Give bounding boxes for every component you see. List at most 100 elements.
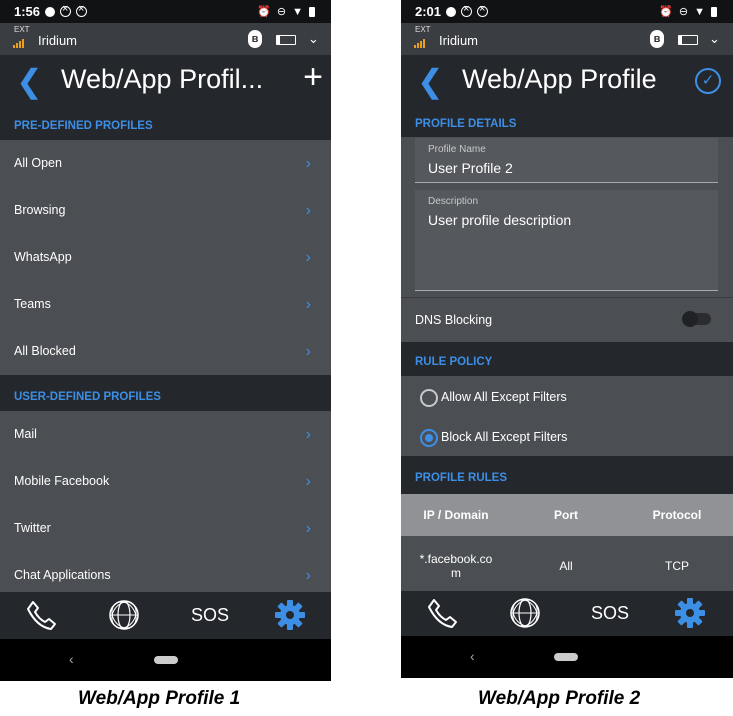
list-item[interactable]: Browsing ›: [0, 187, 331, 234]
bottom-nav: SOS: [401, 591, 733, 636]
profile-name-value: User Profile 2: [428, 160, 513, 176]
caption-screen-1: Web/App Profile 1: [78, 688, 241, 709]
list-item[interactable]: Mail ›: [0, 411, 331, 458]
notification-x-icon: [60, 3, 72, 17]
chevron-right-icon: ›: [305, 473, 311, 490]
system-nav-bar: ‹: [0, 639, 331, 681]
save-check-button[interactable]: ✓: [695, 68, 721, 94]
globe-icon[interactable]: [107, 598, 141, 632]
page-title: Web/App Profile: [462, 64, 657, 94]
table-row[interactable]: *.facebook.co m All TCP: [401, 536, 733, 591]
sos-button[interactable]: SOS: [591, 603, 629, 624]
list-item[interactable]: All Open ›: [0, 140, 331, 187]
rule-port: All: [559, 559, 573, 573]
list-item-label: Teams: [14, 297, 51, 311]
chevron-right-icon: ›: [305, 202, 311, 219]
list-item[interactable]: Chat Applications ›: [0, 552, 331, 592]
list-item[interactable]: Teams ›: [0, 281, 331, 328]
bluetooth-icon: ʙ: [650, 30, 664, 48]
chevron-right-icon: ›: [305, 520, 311, 537]
chevron-down-icon[interactable]: ⌄: [308, 31, 319, 47]
alarm-icon: ⏰: [659, 6, 673, 18]
home-pill[interactable]: [554, 653, 578, 661]
list-item-label: Mail: [14, 427, 37, 441]
ext-label: EXT: [14, 25, 30, 34]
gear-icon[interactable]: [274, 599, 306, 631]
dnd-icon: ⊖: [276, 6, 287, 18]
list-item-label: Twitter: [14, 521, 51, 535]
section-header-details: PROFILE DETAILS: [401, 109, 733, 137]
gear-icon[interactable]: [674, 597, 706, 629]
globe-icon[interactable]: [508, 596, 542, 630]
home-pill[interactable]: [154, 656, 178, 664]
system-nav-bar: ‹: [401, 636, 733, 678]
device-bar: EXT Iridium ʙ ⌄: [401, 23, 733, 55]
notification-x-icon: [461, 3, 473, 17]
rule-domain-line1: *.facebook.co: [419, 552, 493, 566]
list-item[interactable]: Twitter ›: [0, 505, 331, 552]
description-label: Description: [428, 196, 479, 207]
description-field[interactable]: Description User profile description: [415, 190, 718, 291]
back-button[interactable]: ❮: [417, 62, 444, 100]
ext-label: EXT: [415, 25, 431, 34]
back-button[interactable]: ❮: [16, 62, 43, 100]
device-name: Iridium: [439, 33, 479, 48]
phone-icon[interactable]: [426, 597, 458, 629]
column-header-domain: IP / Domain: [423, 508, 489, 522]
signal-icon: [414, 39, 425, 48]
notification-x-icon: [477, 3, 489, 17]
battery-icon: [309, 6, 315, 17]
list-item-label: Chat Applications: [14, 568, 111, 582]
wifi-icon: ▼: [292, 5, 303, 18]
status-bar: 1:56 ⏰ ⊖ ▼: [0, 0, 331, 23]
status-time: 2:01: [415, 4, 442, 19]
dns-blocking-toggle[interactable]: [682, 311, 711, 327]
rules-table-header: IP / Domain Port Protocol: [401, 494, 733, 536]
list-item[interactable]: All Blocked ›: [0, 328, 331, 375]
chevron-down-icon[interactable]: ⌄: [709, 31, 720, 47]
block-all-radio[interactable]: [420, 429, 438, 447]
notification-x-icon: [76, 3, 88, 17]
wifi-icon: ▼: [694, 5, 705, 18]
page-title: Web/App Profil...: [61, 64, 264, 94]
list-item-label: WhatsApp: [14, 250, 72, 264]
title-bar: ❮ Web/App Profil... +: [0, 55, 331, 109]
chevron-right-icon: ›: [305, 343, 311, 360]
system-back-button[interactable]: ‹: [470, 648, 475, 664]
column-header-port: Port: [554, 508, 578, 522]
chevron-right-icon: ›: [305, 426, 311, 443]
rule-policy-panel: [401, 376, 733, 456]
column-header-protocol: Protocol: [652, 508, 702, 522]
chevron-right-icon: ›: [305, 155, 311, 172]
list-item-label: All Blocked: [14, 344, 76, 358]
device-name: Iridium: [38, 33, 78, 48]
block-all-label: Block All Except Filters: [441, 430, 568, 444]
description-value: User profile description: [428, 212, 572, 228]
profile-name-label: Profile Name: [428, 144, 486, 155]
list-item[interactable]: WhatsApp ›: [0, 234, 331, 281]
list-item-label: All Open: [14, 156, 62, 170]
device-battery-icon: [276, 35, 296, 45]
chevron-right-icon: ›: [305, 296, 311, 313]
profile-name-field[interactable]: Profile Name User Profile 2: [415, 138, 718, 183]
sos-button[interactable]: SOS: [191, 605, 229, 626]
title-bar: ❮ Web/App Profile ✓: [401, 55, 733, 109]
allow-all-radio[interactable]: [420, 389, 438, 407]
rule-protocol: TCP: [665, 559, 689, 573]
dns-blocking-label: DNS Blocking: [415, 313, 493, 327]
phone-screen-2: 2:01 ⏰ ⊖ ▼ EXT Iridium ʙ ⌄ ❮ Web/App Pro…: [401, 0, 733, 678]
chevron-right-icon: ›: [305, 249, 311, 266]
add-profile-button[interactable]: +: [303, 58, 323, 97]
phone-icon[interactable]: [25, 599, 57, 631]
system-back-button[interactable]: ‹: [69, 651, 74, 667]
section-header-rule-policy: RULE POLICY: [401, 342, 733, 376]
allow-all-label: Allow All Except Filters: [441, 390, 567, 404]
device-bar: EXT Iridium ʙ ⌄: [0, 23, 331, 55]
list-item[interactable]: Mobile Facebook ›: [0, 458, 331, 505]
bottom-nav: SOS: [0, 592, 331, 639]
list-item-label: Mobile Facebook: [14, 474, 110, 488]
caption-screen-2: Web/App Profile 2: [478, 688, 641, 709]
notification-dot-icon: [446, 6, 457, 17]
rule-domain-line2: m: [451, 566, 461, 580]
section-header-predefined: PRE-DEFINED PROFILES: [0, 109, 331, 140]
